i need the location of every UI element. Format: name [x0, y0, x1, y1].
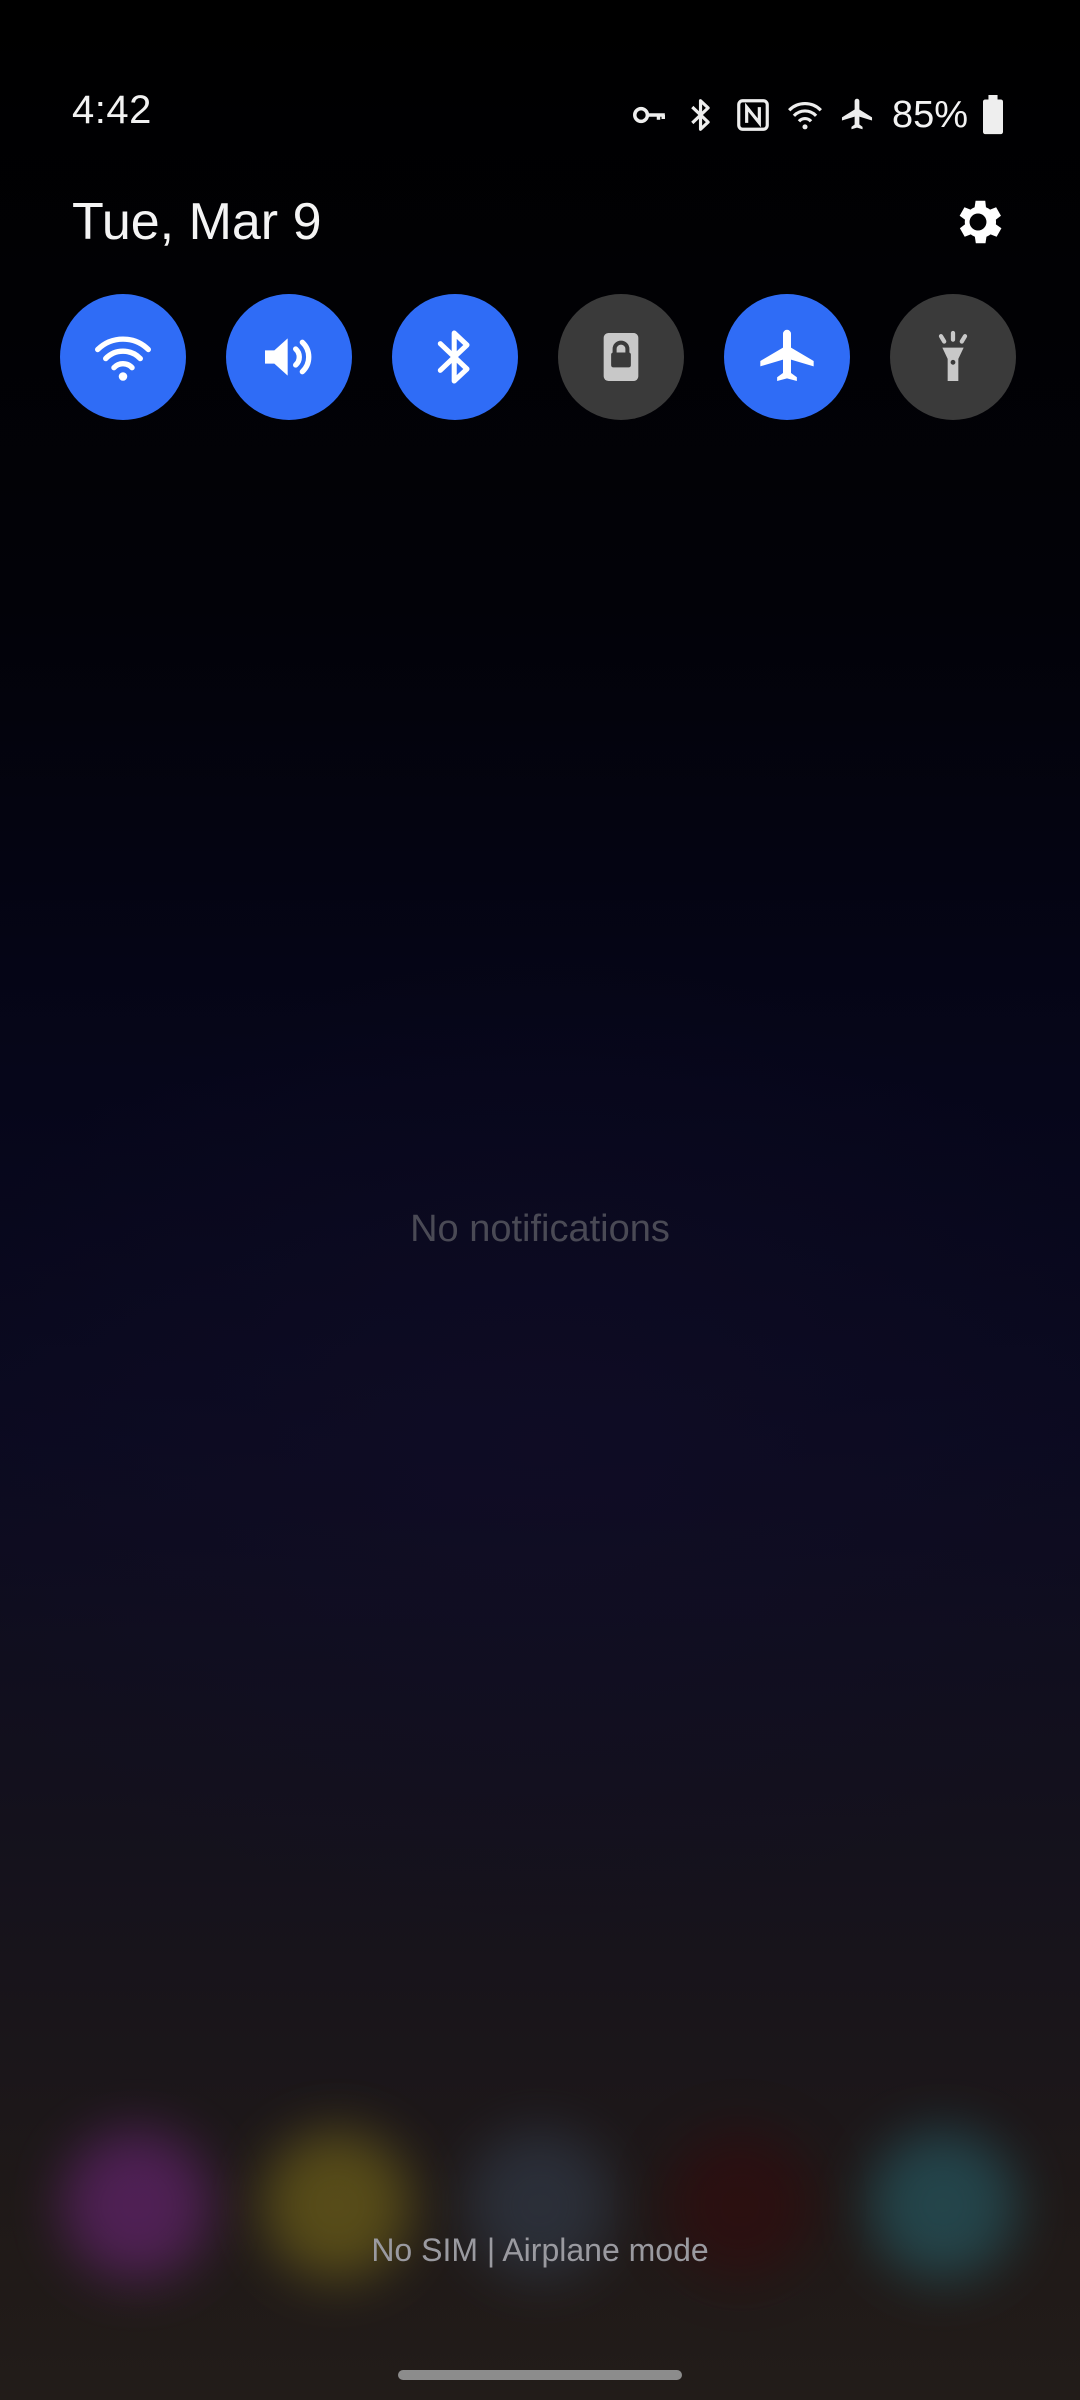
sound-toggle[interactable] [226, 294, 352, 420]
date-label: Tue, Mar 9 [72, 193, 322, 251]
carrier-status-label: No SIM | Airplane mode [371, 2232, 709, 2268]
flashlight-toggle[interactable] [890, 294, 1016, 420]
airplane-mode-toggle[interactable] [724, 294, 850, 420]
wifi-icon [95, 336, 151, 381]
rotation-lock-toggle[interactable] [558, 294, 684, 420]
settings-button[interactable] [946, 190, 1010, 254]
bluetooth-icon [682, 96, 720, 134]
gear-icon [959, 200, 1002, 244]
gesture-home-bar[interactable] [398, 2370, 682, 2380]
wifi-icon [786, 96, 824, 134]
bluetooth-toggle[interactable] [392, 294, 518, 420]
volume-icon [265, 338, 312, 376]
flashlight-icon [938, 330, 968, 381]
status-time: 4:42 [72, 88, 152, 132]
battery-icon [982, 95, 1004, 135]
rotation-lock-icon [603, 333, 639, 381]
status-icons: 85% [630, 88, 1004, 142]
wifi-toggle[interactable] [60, 294, 186, 420]
bluetooth-icon [437, 330, 470, 384]
quick-settings-tiles [60, 294, 1016, 420]
nfc-icon [734, 96, 772, 134]
no-notifications-label: No notifications [410, 1208, 670, 1250]
vpn-key-icon [630, 96, 668, 134]
airplane-icon [760, 329, 814, 381]
airplane-icon [838, 96, 876, 134]
battery-percent: 85% [891, 93, 968, 136]
